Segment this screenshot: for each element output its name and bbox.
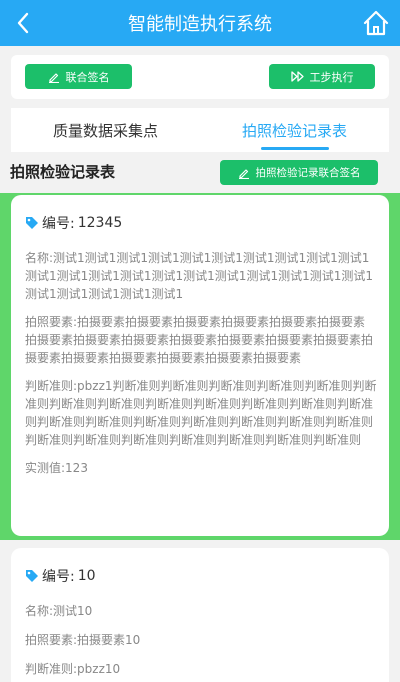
code-value: 10: [77, 568, 96, 584]
back-button[interactable]: [10, 10, 36, 36]
code-label: 编号:: [42, 569, 75, 585]
field-value: 拍摄要素拍摄要素拍摄要素拍摄要素拍摄要素拍摄要素拍摄要素拍摄要素拍摄要素拍摄要素…: [25, 315, 374, 365]
action-card: 联合签名 工步执行: [11, 55, 389, 99]
field-value: pbzz1判断准则判断准则判断准则判断准则判断准则判断准则判断准则判断准则判断准…: [25, 379, 377, 447]
field-label: 名称:: [25, 604, 54, 618]
home-icon: [363, 10, 389, 36]
record-code: 编号: 12345: [25, 213, 377, 233]
record-photo-elements: 拍照要素:拍摄要素10: [25, 631, 377, 649]
field-label: 名称:: [25, 251, 54, 265]
field-value: 测试10: [53, 604, 93, 618]
field-value: 123: [65, 461, 88, 475]
record-name: 名称:测试10: [25, 602, 377, 620]
field-label: 实测值:: [25, 461, 66, 475]
field-label: 拍照要素:: [25, 633, 78, 647]
joint-sign-label: 联合签名: [65, 70, 110, 84]
photo-joint-sign-button[interactable]: 拍照检验记录联合签名: [220, 160, 378, 185]
edit-icon: [238, 168, 249, 179]
app-header: 智能制造执行系统: [0, 0, 400, 46]
section-title: 拍照检验记录表: [10, 163, 116, 181]
record-judgement-rule: 判断准则:pbzz10: [25, 660, 377, 678]
chevron-left-icon: [17, 12, 29, 34]
step-execute-button[interactable]: 工步执行: [269, 64, 375, 89]
tab-quality-data[interactable]: 质量数据采集点: [11, 108, 200, 152]
photo-joint-sign-label: 拍照检验记录联合签名: [255, 167, 361, 179]
record-judgement-rule: 判断准则:pbzz1判断准则判断准则判断准则判断准则判断准则判断准则判断准则判断…: [25, 377, 377, 449]
tab-bar: 质量数据采集点 拍照检验记录表: [11, 108, 389, 152]
home-button[interactable]: [362, 9, 390, 37]
record-card[interactable]: 编号: 10 名称:测试10 拍照要素:拍摄要素10 判断准则:pbzz10: [11, 548, 389, 682]
code-label: 编号:: [42, 216, 75, 232]
record-measured-value: 实测值:123: [25, 459, 377, 477]
field-value: 测试1测试1测试1测试1测试1测试1测试1测试1测试1测试1测试1测试1测试1测…: [25, 251, 373, 301]
field-value: 拍摄要素10: [77, 633, 141, 647]
field-value: pbzz10: [77, 662, 121, 676]
edit-icon: [48, 72, 59, 83]
tag-icon: [26, 570, 38, 582]
field-label: 拍照要素:: [25, 315, 78, 329]
step-execute-label: 工步执行: [309, 70, 354, 84]
fast-forward-icon: [290, 71, 304, 82]
field-label: 判断准则:: [25, 662, 78, 676]
tab-photo-inspection[interactable]: 拍照检验记录表: [200, 108, 389, 152]
tag-icon: [26, 217, 38, 229]
page-title: 智能制造执行系统: [128, 14, 272, 35]
tab-label: 拍照检验记录表: [241, 121, 347, 140]
joint-sign-button[interactable]: 联合签名: [25, 64, 132, 89]
record-code: 编号: 10: [25, 566, 377, 586]
field-label: 判断准则:: [25, 379, 78, 393]
record-name: 名称:测试1测试1测试1测试1测试1测试1测试1测试1测试1测试1测试1测试1测…: [25, 249, 377, 303]
tab-label: 质量数据采集点: [52, 121, 158, 140]
record-photo-elements: 拍照要素:拍摄要素拍摄要素拍摄要素拍摄要素拍摄要素拍摄要素拍摄要素拍摄要素拍摄要…: [25, 313, 377, 367]
code-value: 12345: [77, 215, 123, 231]
record-card[interactable]: 编号: 12345 名称:测试1测试1测试1测试1测试1测试1测试1测试1测试1…: [11, 195, 389, 536]
